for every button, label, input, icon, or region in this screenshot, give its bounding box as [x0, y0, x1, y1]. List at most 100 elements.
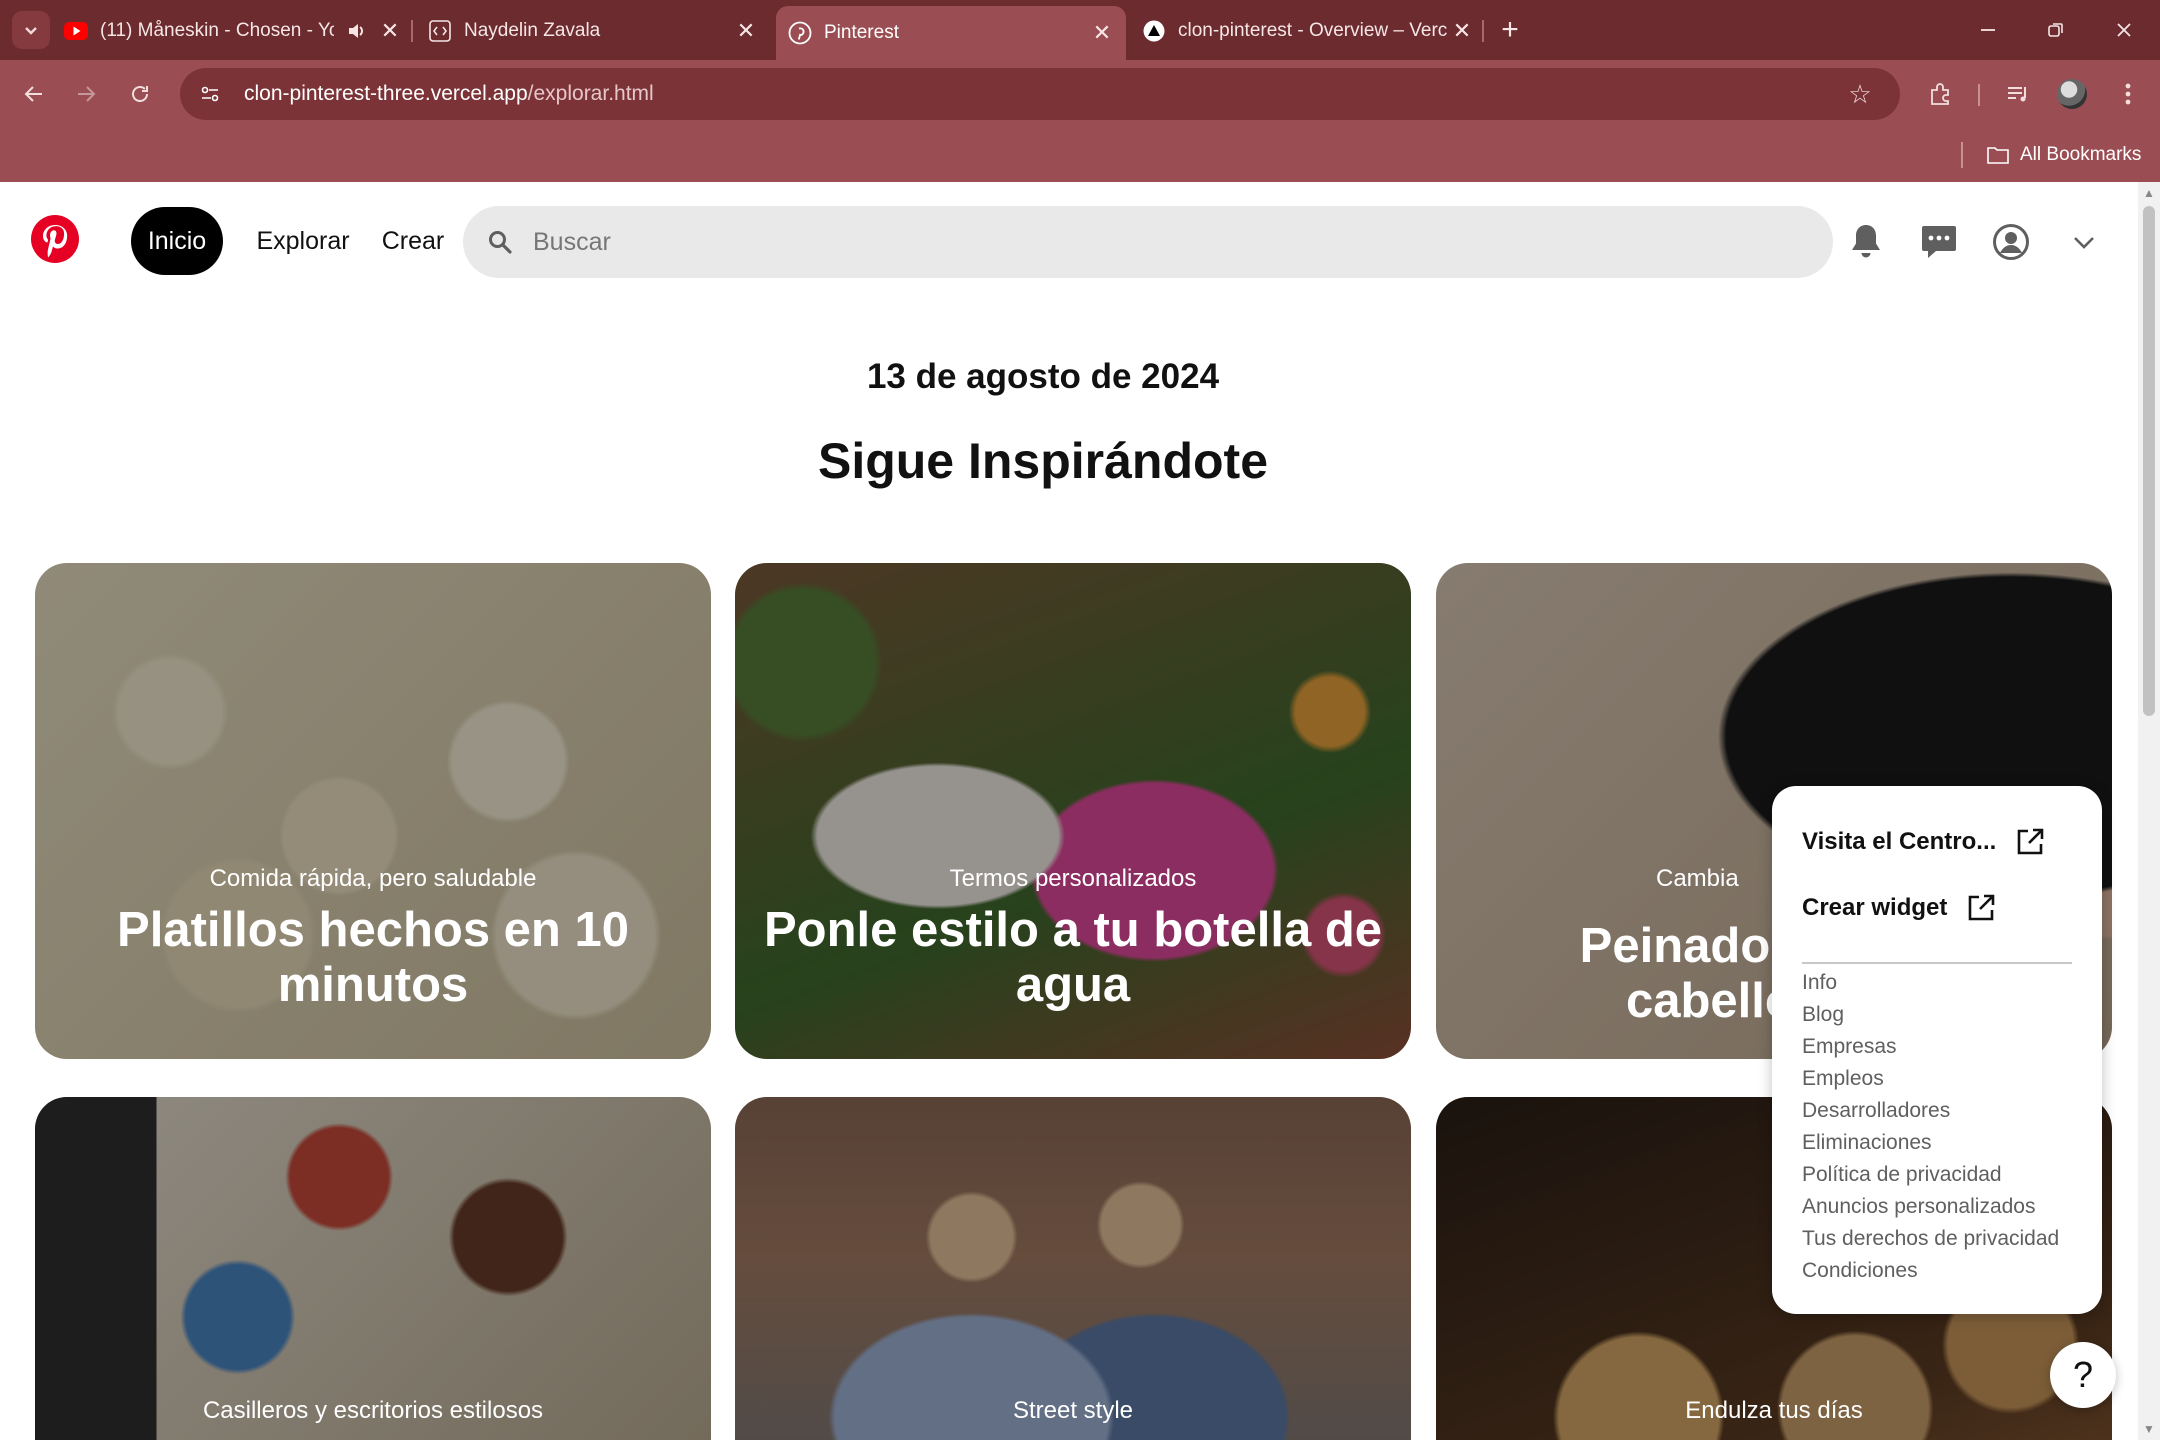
bookmark-star-icon[interactable]: ☆: [1840, 74, 1880, 114]
search-bar[interactable]: Buscar: [463, 206, 1833, 278]
all-bookmarks-button[interactable]: All Bookmarks: [1986, 140, 2141, 170]
tab-youtube[interactable]: (11) Måneskin - Chosen - Yo ✕: [64, 8, 404, 54]
site-header: Inicio Explorar Crear Buscar: [0, 182, 2138, 302]
tab-search-button[interactable]: [12, 11, 50, 49]
site-info-icon[interactable]: [190, 74, 230, 114]
create-widget-label: Crear widget: [1802, 894, 1948, 921]
extensions-icon[interactable]: [1920, 74, 1960, 114]
card-caption: Termos personalizados Ponle estilo a tu …: [735, 865, 1411, 1013]
tab-naydelin[interactable]: Naydelin Zavala ✕: [428, 8, 760, 54]
menu-link-blog[interactable]: Blog: [1802, 999, 2059, 1031]
card-caption: Comida rápida, pero saludable Platillos …: [35, 865, 711, 1013]
inspiration-card[interactable]: Comida rápida, pero saludable Platillos …: [35, 563, 711, 1059]
card-subtitle: Comida rápida, pero saludable: [209, 865, 537, 892]
tab-title: Naydelin Zavala: [464, 20, 601, 41]
menu-divider: [1802, 962, 2072, 964]
tab-title: Pinterest: [824, 22, 899, 43]
nav-explore-link[interactable]: Explorar: [250, 207, 356, 275]
close-icon: [2117, 23, 2131, 37]
close-tab-icon[interactable]: ✕: [376, 17, 404, 45]
menu-link-empleos[interactable]: Empleos: [1802, 1063, 2059, 1095]
search-icon: [485, 227, 515, 257]
youtube-icon: [64, 19, 88, 43]
messages-icon[interactable]: [1913, 216, 1965, 268]
restore-icon: [2048, 23, 2063, 37]
scroll-down-arrow-icon[interactable]: ▼: [2142, 1422, 2156, 1436]
inspiration-card[interactable]: Street style: [735, 1097, 1411, 1440]
tab-title: (11) Måneskin - Chosen - Yo: [100, 20, 334, 41]
close-tab-icon[interactable]: ✕: [1088, 19, 1116, 47]
footer-links: Info Blog Empresas Empleos Desarrollador…: [1802, 967, 2059, 1287]
browser-toolbar: clon-pinterest-three.vercel.app/explorar…: [0, 60, 2160, 128]
reload-button[interactable]: [120, 74, 160, 114]
card-overlay: [735, 1097, 1411, 1440]
card-caption: Endulza tus días: [1436, 1397, 2112, 1425]
card-title: Ponle estilo a tu botella de agua: [763, 903, 1383, 1012]
card-subtitle: Street style: [1012, 1397, 1134, 1424]
close-tab-icon[interactable]: ✕: [1448, 17, 1476, 45]
nav-create-link[interactable]: Crear: [374, 207, 452, 275]
tab-separator: [1482, 20, 1484, 42]
menu-link-eliminaciones[interactable]: Eliminaciones: [1802, 1127, 2059, 1159]
profile-avatar[interactable]: [2052, 74, 2092, 114]
audio-playing-icon[interactable]: [344, 19, 368, 43]
help-button[interactable]: ?: [2050, 1342, 2116, 1408]
back-button[interactable]: [14, 74, 54, 114]
pinterest-logo-icon[interactable]: [30, 214, 80, 264]
external-link-icon: [2014, 826, 2046, 858]
card-overlay: [35, 1097, 711, 1440]
forward-button[interactable]: [66, 74, 106, 114]
inspiration-card[interactable]: Casilleros y escritorios estilosos: [35, 1097, 711, 1440]
close-window-button[interactable]: [2104, 10, 2144, 50]
card-caption: Casilleros y escritorios estilosos: [35, 1397, 711, 1425]
menu-link-privacidad[interactable]: Política de privacidad: [1802, 1159, 2059, 1191]
card-subtitle: Endulza tus días: [1685, 1397, 1863, 1424]
minimize-button[interactable]: [1968, 10, 2008, 50]
visit-help-center-label: Visita el Centro...: [1802, 828, 1997, 855]
nav-home-button[interactable]: Inicio: [131, 207, 223, 275]
inspiration-card[interactable]: Termos personalizados Ponle estilo a tu …: [735, 563, 1411, 1059]
card-title: Platillos hechos en 10 minutos: [117, 903, 629, 1012]
vercel-icon: [1142, 19, 1166, 43]
scroll-up-arrow-icon[interactable]: ▲: [2142, 186, 2156, 200]
visit-help-center-link[interactable]: Visita el Centro...: [1802, 822, 2046, 862]
chevron-down-icon: [25, 27, 37, 35]
tab-pinterest[interactable]: Pinterest ✕: [776, 6, 1126, 60]
close-tab-icon[interactable]: ✕: [732, 17, 760, 45]
card-subtitle: Casilleros y escritorios estilosos: [202, 1397, 544, 1424]
reload-icon: [132, 86, 148, 102]
scrollbar-thumb[interactable]: [2143, 206, 2155, 716]
bookmarks-separator: [1961, 142, 1963, 168]
profile-icon[interactable]: [1985, 216, 2037, 268]
menu-link-anuncios[interactable]: Anuncios personalizados: [1802, 1191, 2059, 1223]
new-tab-button[interactable]: +: [1490, 10, 1530, 50]
account-menu-chevron-icon[interactable]: [2058, 216, 2110, 268]
help-dropdown-menu: Visita el Centro... Crear widget Info Bl…: [1772, 786, 2102, 1314]
menu-link-empresas[interactable]: Empresas: [1802, 1031, 2059, 1063]
menu-link-condiciones[interactable]: Condiciones: [1802, 1255, 2059, 1287]
all-bookmarks-label: All Bookmarks: [2020, 144, 2142, 165]
notifications-bell-icon[interactable]: [1840, 216, 1892, 268]
code-icon: [428, 19, 452, 43]
page-title: Sigue Inspirándote: [817, 433, 1269, 489]
create-widget-link[interactable]: Crear widget: [1802, 888, 1997, 928]
menu-link-derechos[interactable]: Tus derechos de privacidad: [1802, 1223, 2059, 1255]
restore-button[interactable]: [2036, 10, 2076, 50]
browser-tab-strip: (11) Måneskin - Chosen - Yo ✕ Naydelin Z…: [0, 0, 2160, 60]
card-subtitle: Cambia: [1656, 865, 1739, 892]
menu-link-info[interactable]: Info: [1802, 967, 2059, 999]
search-input[interactable]: Buscar: [533, 228, 611, 257]
external-link-icon: [1965, 892, 1997, 924]
card-subtitle: Termos personalizados: [949, 865, 1197, 892]
browser-menu-icon[interactable]: [2108, 74, 2148, 114]
media-control-icon[interactable]: [1998, 74, 2038, 114]
menu-link-desarrolladores[interactable]: Desarrolladores: [1802, 1095, 2059, 1127]
profile-picture: [2057, 79, 2087, 109]
pinterest-icon: [788, 21, 812, 45]
tab-vercel[interactable]: clon-pinterest - Overview – Verc ✕: [1142, 8, 1476, 54]
address-bar[interactable]: clon-pinterest-three.vercel.app/explorar…: [180, 68, 1900, 120]
url-text: clon-pinterest-three.vercel.app/explorar…: [244, 82, 654, 106]
card-caption: Street style: [735, 1397, 1411, 1425]
minimize-icon: [1981, 29, 1995, 31]
page-scrollbar[interactable]: ▲ ▼: [2138, 182, 2160, 1440]
